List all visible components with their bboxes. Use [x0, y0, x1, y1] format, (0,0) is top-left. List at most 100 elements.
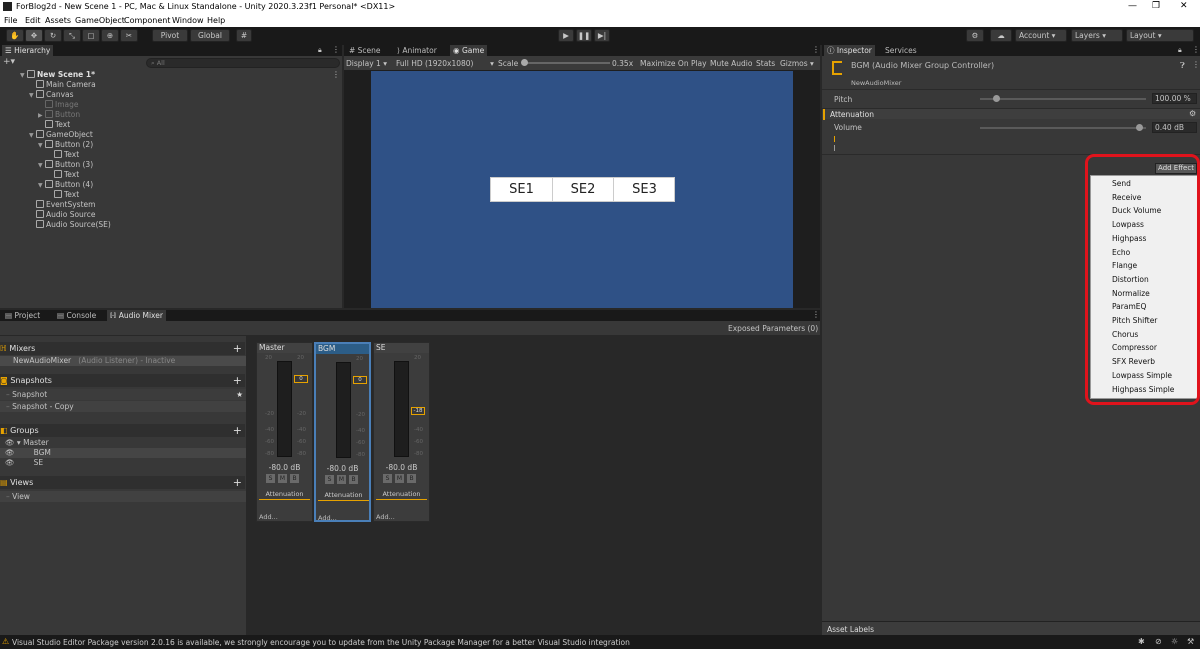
pitch-slider-thumb[interactable]	[993, 95, 1001, 102]
menu-file[interactable]: File	[4, 16, 17, 25]
scene-kebab-icon[interactable]: ⋮	[332, 70, 340, 79]
grid-snap-icon[interactable]: #	[236, 29, 252, 42]
hierarchy-item[interactable]: ▼ Button (2)	[38, 140, 93, 150]
gizmos-dropdown[interactable]: Gizmos ▾	[780, 59, 814, 68]
hierarchy-item[interactable]: Text	[47, 190, 79, 200]
bypass-button[interactable]: B	[290, 474, 299, 483]
layers-dropdown[interactable]: Layers ▾	[1071, 29, 1123, 42]
snapshot-item[interactable]: – Snapshot ★	[0, 389, 246, 400]
tab-hierarchy[interactable]: ☰ Hierarchy	[2, 45, 54, 56]
play-button-icon[interactable]: ▶	[558, 29, 574, 42]
pitch-slider[interactable]	[980, 98, 1146, 100]
bug-icon[interactable]: ✱	[1138, 637, 1145, 646]
add-effect-link[interactable]: Add...	[259, 513, 278, 521]
hand-tool-icon[interactable]: ✋	[6, 29, 24, 42]
custom-tool-icon[interactable]: ✂	[120, 29, 138, 42]
tab-scene[interactable]: # Scene	[346, 45, 384, 56]
hierarchy-scene-root[interactable]: ▼ New Scene 1*	[20, 70, 95, 80]
hierarchy-item[interactable]: Audio Source	[29, 210, 95, 220]
se2-button[interactable]: SE2	[553, 178, 614, 201]
hierarchy-item[interactable]: EventSystem	[29, 200, 95, 210]
lock-icon[interactable]: 🔒︎	[318, 46, 322, 55]
hierarchy-item[interactable]: ▼ Button (4)	[38, 180, 93, 190]
hierarchy-item[interactable]: Text	[38, 120, 70, 130]
game-canvas[interactable]: SE1 SE2 SE3	[371, 71, 793, 308]
mixer-strip-bgm[interactable]: BGM 20 -20 -40 -60 -80 0 -80.0 dB S M B Attenuation…	[314, 342, 371, 522]
menu-gameobject[interactable]: GameObject	[75, 16, 125, 25]
inspector-kebab-icon[interactable]: ⋮	[1192, 45, 1200, 54]
minimize-icon[interactable]: —	[1128, 1, 1137, 11]
menu-window[interactable]: Window	[172, 16, 204, 25]
scale-tool-icon[interactable]: ⤡	[63, 29, 81, 42]
account-dropdown[interactable]: Account ▾	[1015, 29, 1067, 42]
expand-arrow-icon[interactable]: ▼	[29, 91, 36, 101]
move-tool-icon[interactable]: ✥	[25, 29, 43, 42]
attenuation-effect[interactable]: Attenuation	[318, 491, 369, 501]
add-group-icon[interactable]: +	[233, 424, 242, 437]
add-effect-link[interactable]: Add...	[376, 513, 395, 521]
expand-arrow-icon[interactable]: ▼	[38, 141, 45, 151]
global-button[interactable]: Global	[190, 29, 230, 42]
status-message[interactable]: Visual Studio Editor Package version 2.0…	[12, 638, 630, 647]
restore-icon[interactable]: ❐	[1152, 1, 1160, 11]
eye-icon[interactable]: 👁︎	[5, 448, 15, 457]
snapshot-item[interactable]: – Snapshot - Copy	[0, 401, 246, 412]
se3-button[interactable]: SE3	[614, 178, 675, 201]
expand-arrow-icon[interactable]: ▼	[29, 131, 36, 141]
maximize-on-play-toggle[interactable]: Maximize On Play	[640, 59, 707, 68]
solo-button[interactable]: S	[325, 475, 334, 484]
hierarchy-item[interactable]: ▼ GameObject	[29, 130, 93, 140]
stats-toggle[interactable]: Stats	[756, 59, 775, 68]
volume-fader[interactable]: 0	[353, 376, 367, 384]
menu-component[interactable]: Component	[124, 16, 170, 25]
mixer-strip-master[interactable]: Master 20 20 -20 -20 -40 -40 -60 -60 -80 -80 0 -80.0…	[256, 342, 313, 522]
bypass-button[interactable]: B	[349, 475, 358, 484]
pitch-value-field[interactable]: 100.00 %	[1152, 93, 1197, 104]
step-button-icon[interactable]: ▶|	[594, 29, 610, 42]
add-mixer-icon[interactable]: +	[233, 342, 242, 355]
volume-fader[interactable]: 0	[294, 375, 308, 383]
group-item-master[interactable]: 👁︎ ▾ Master	[0, 438, 246, 448]
tools-icon[interactable]: ⚒	[1187, 637, 1194, 646]
hierarchy-search-input[interactable]: ⌕ All	[146, 58, 340, 68]
rotate-tool-icon[interactable]: ↻	[44, 29, 62, 42]
attenuation-gear-icon[interactable]: ⚙	[1189, 109, 1196, 118]
eye-icon[interactable]: 👁︎	[5, 458, 15, 467]
add-object-icon[interactable]: +▾	[3, 57, 15, 67]
layout-dropdown[interactable]: Layout ▾	[1126, 29, 1194, 42]
progress-icon[interactable]: ⊘	[1155, 637, 1162, 646]
bottom-kebab-icon[interactable]: ⋮	[812, 310, 820, 319]
mute-button[interactable]: M	[395, 474, 404, 483]
hierarchy-item[interactable]: ▼ Button (3)	[38, 160, 93, 170]
tab-project[interactable]: ▤ Project	[2, 310, 43, 321]
volume-slider-thumb[interactable]	[1135, 124, 1143, 131]
mute-button[interactable]: M	[278, 474, 287, 483]
solo-button[interactable]: S	[383, 474, 392, 483]
display-dropdown[interactable]: Display 1 ▾	[346, 59, 387, 68]
view-item[interactable]: – View	[0, 491, 246, 502]
scale-slider-thumb[interactable]	[521, 59, 528, 66]
help-icon[interactable]: ❓︎	[1180, 61, 1185, 71]
menu-assets[interactable]: Assets	[45, 16, 71, 25]
hierarchy-item[interactable]: Text	[47, 170, 79, 180]
game-kebab-icon[interactable]: ⋮	[812, 45, 820, 54]
hierarchy-item[interactable]: ▶ Button	[38, 110, 80, 120]
tab-animator[interactable]: ⟩ Animator	[394, 45, 440, 56]
solo-button[interactable]: S	[266, 474, 275, 483]
menu-edit[interactable]: Edit	[25, 16, 41, 25]
kebab-menu-icon[interactable]: ⋮	[332, 45, 340, 54]
expand-arrow-icon[interactable]: ▼	[38, 181, 45, 191]
add-effect-link[interactable]: Add...	[318, 514, 337, 522]
pivot-button[interactable]: Pivot	[152, 29, 188, 42]
add-view-icon[interactable]: +	[233, 476, 242, 489]
tab-console[interactable]: ▤ Console	[54, 310, 99, 321]
group-item-se[interactable]: 👁︎ SE	[0, 458, 246, 468]
tab-inspector[interactable]: ⓘ Inspector	[824, 45, 875, 56]
expand-arrow-icon[interactable]: ▼	[38, 161, 45, 171]
inspector-lock-icon[interactable]: 🔒︎	[1178, 46, 1182, 55]
attenuation-header[interactable]: Attenuation ⚙	[822, 108, 1200, 120]
settings-kebab-icon[interactable]: ⋮	[1192, 60, 1200, 69]
hierarchy-item[interactable]: Text	[47, 150, 79, 160]
menu-help[interactable]: Help	[207, 16, 225, 25]
eye-icon[interactable]: 👁︎	[5, 438, 15, 447]
